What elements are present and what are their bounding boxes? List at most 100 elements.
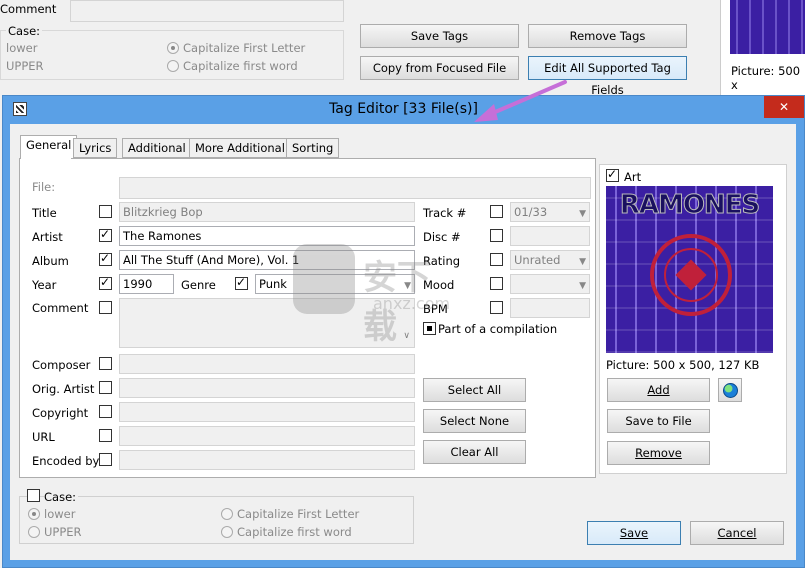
radio-cap-first-letter[interactable] — [221, 508, 233, 520]
bg-comment-field — [70, 0, 344, 22]
url-input[interactable] — [119, 426, 415, 446]
case-checkbox[interactable] — [27, 489, 40, 502]
dialog-title: Tag Editor [33 File(s)] — [329, 101, 478, 117]
bg-cap-letter-label: Capitalize First Letter — [183, 41, 306, 55]
composer-checkbox[interactable] — [99, 357, 112, 370]
orig-artist-label: Orig. Artist — [32, 382, 95, 396]
watermark-shield-icon — [293, 244, 355, 314]
chevron-down-icon: ▼ — [579, 281, 586, 291]
copyright-input[interactable] — [119, 402, 415, 422]
bg-radio-cap-letter[interactable] — [167, 42, 179, 54]
album-art-image: RAMONES — [606, 186, 773, 353]
copyright-checkbox[interactable] — [99, 405, 112, 418]
select-all-button[interactable]: Select All — [423, 378, 526, 402]
file-field — [119, 177, 591, 199]
year-input[interactable]: 1990 — [119, 274, 174, 294]
title-checkbox[interactable] — [99, 205, 112, 218]
cap-first-letter-label: Capitalize First Letter — [237, 507, 360, 521]
close-icon: ✕ — [778, 100, 790, 114]
chevron-down-icon: ▼ — [579, 257, 586, 267]
title-label: Title — [32, 206, 57, 220]
watermark: 安下载 anxz.com — [293, 240, 453, 347]
cancel-button[interactable]: Cancel — [690, 521, 784, 545]
bg-comment-label: Comment — [0, 2, 57, 16]
track-checkbox[interactable] — [490, 205, 503, 218]
genre-checkbox[interactable] — [235, 275, 248, 290]
compilation-label: Part of a compilation — [438, 322, 558, 336]
bpm-input[interactable] — [510, 298, 590, 318]
art-checkbox[interactable] — [606, 167, 619, 182]
globe-icon — [723, 383, 738, 398]
radio-lower[interactable] — [28, 508, 40, 520]
artist-checkbox[interactable] — [99, 227, 112, 242]
disc-input[interactable] — [510, 226, 590, 246]
year-checkbox[interactable] — [99, 275, 112, 290]
artist-label: Artist — [32, 230, 63, 244]
genre-label: Genre — [181, 278, 216, 292]
remove-art-button[interactable]: Remove — [607, 441, 710, 465]
file-label: File: — [32, 180, 56, 194]
save-button[interactable]: Save — [587, 521, 681, 545]
title-input[interactable]: Blitzkrieg Bop — [119, 202, 415, 222]
album-art-seal — [650, 234, 732, 316]
track-value: 01/33 — [514, 205, 548, 219]
orig-artist-input[interactable] — [119, 378, 415, 398]
bg-copy-focused-button[interactable]: Copy from Focused File — [360, 56, 519, 80]
album-art-band-name: RAMONES — [619, 190, 760, 221]
bg-edit-all-button[interactable]: Edit All Supported Tag Fields — [528, 56, 687, 97]
upper-label: UPPER — [44, 525, 82, 539]
bg-case-label: Case: — [6, 24, 43, 38]
track-dropdown[interactable]: 01/33 ▼ — [510, 202, 590, 222]
lower-label: lower — [44, 507, 76, 521]
genre-value: Punk — [259, 277, 287, 291]
rating-dropdown[interactable]: Unrated ▼ — [510, 250, 590, 270]
track-label: Track # — [423, 206, 467, 220]
encoded-by-label: Encoded by — [32, 454, 100, 468]
album-label: Album — [32, 254, 69, 268]
tab-more-additional[interactable]: More Additional — [189, 138, 291, 158]
dialog-titlebar[interactable]: Tag Editor [33 File(s)] ✕ — [3, 96, 804, 124]
watermark-url: anxz.com — [373, 294, 451, 313]
encoded-by-input[interactable] — [119, 450, 415, 470]
composer-input[interactable] — [119, 354, 415, 374]
tab-general[interactable]: General — [20, 135, 78, 159]
rating-checkbox[interactable] — [490, 253, 503, 266]
bg-art-panel: Picture: 500 x — [720, 0, 805, 95]
bg-picture-info: Picture: 500 x — [731, 64, 801, 92]
art-label: Art — [624, 170, 642, 184]
tab-sorting[interactable]: Sorting — [286, 138, 340, 158]
globe-icon-button[interactable] — [718, 378, 742, 402]
close-button[interactable]: ✕ — [764, 96, 804, 118]
bg-remove-tags-button[interactable]: Remove Tags — [528, 24, 687, 48]
url-checkbox[interactable] — [99, 429, 112, 442]
tab-lyrics[interactable]: Lyrics — [73, 138, 118, 158]
add-art-button[interactable]: Add — [607, 378, 710, 402]
album-checkbox[interactable] — [99, 251, 112, 266]
cap-first-word-label: Capitalize first word — [237, 525, 352, 539]
radio-cap-first-word[interactable] — [221, 526, 233, 538]
mood-dropdown[interactable]: ▼ — [510, 274, 590, 294]
bpm-checkbox[interactable] — [490, 301, 503, 314]
bg-art-thumbnail — [730, 0, 805, 54]
url-label: URL — [32, 430, 55, 444]
clear-all-button[interactable]: Clear All — [423, 440, 526, 464]
orig-artist-checkbox[interactable] — [99, 381, 112, 394]
bg-upper-label: UPPER — [6, 59, 44, 73]
annotation-arrow — [474, 80, 567, 122]
year-label: Year — [32, 278, 57, 292]
copyright-label: Copyright — [32, 406, 89, 420]
radio-upper[interactable] — [28, 526, 40, 538]
mood-checkbox[interactable] — [490, 277, 503, 290]
select-none-button[interactable]: Select None — [423, 409, 526, 433]
bg-save-tags-button[interactable]: Save Tags — [360, 24, 519, 48]
encoded-by-checkbox[interactable] — [99, 453, 112, 466]
rating-value: Unrated — [514, 253, 561, 267]
art-picture-info: Picture: 500 x 500, 127 KB — [606, 358, 760, 372]
disc-checkbox[interactable] — [490, 229, 503, 242]
chevron-down-icon: ▼ — [579, 209, 586, 219]
save-to-file-button[interactable]: Save to File — [607, 409, 710, 433]
comment-checkbox[interactable] — [99, 301, 112, 314]
bg-radio-cap-word[interactable] — [167, 60, 179, 72]
tab-additional[interactable]: Additional — [122, 138, 192, 158]
bg-cap-word-label: Capitalize first word — [183, 59, 298, 73]
